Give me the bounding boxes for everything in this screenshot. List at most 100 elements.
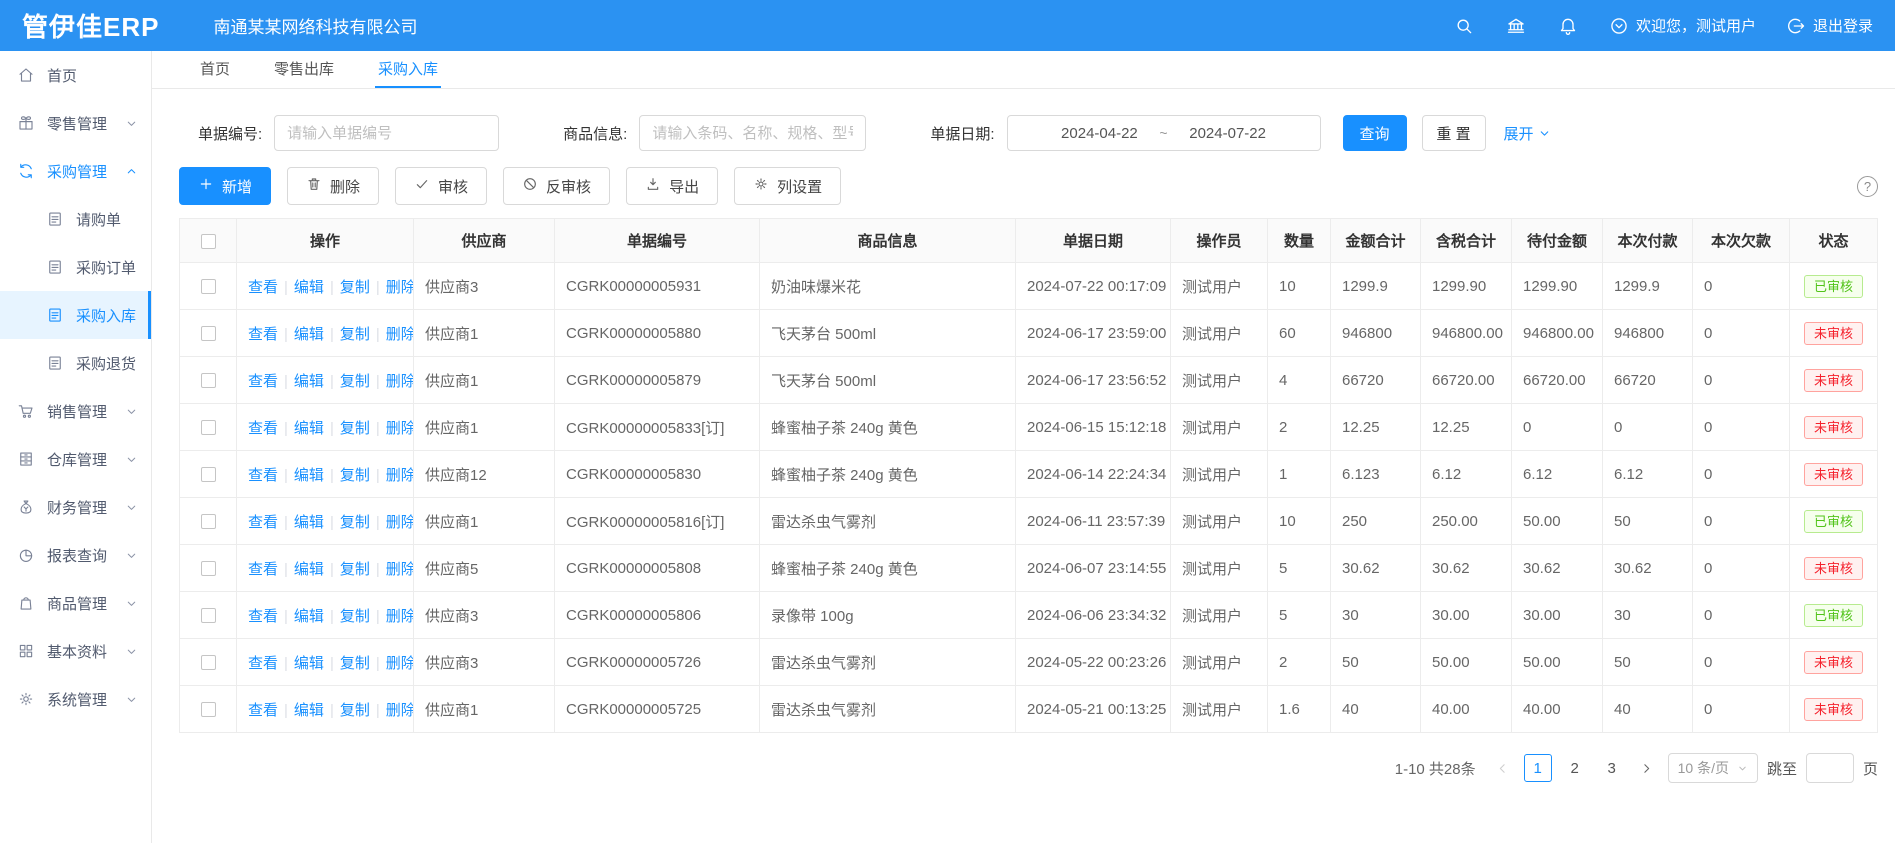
row-checkbox[interactable] [201,279,216,294]
sidebar-item-purchase-mgmt[interactable]: 采购管理 [0,147,151,195]
view-link[interactable]: 查看 [248,702,278,719]
export-button[interactable]: 导出 [626,167,718,205]
copy-link[interactable]: 复制 [340,514,370,531]
delete-link[interactable]: 删除 [386,373,414,390]
date-start-input[interactable] [1039,125,1159,142]
tab-purchase-inbound[interactable]: 采购入库 [375,51,441,88]
page-number-3[interactable]: 3 [1598,754,1626,782]
view-link[interactable]: 查看 [248,373,278,390]
row-checkbox[interactable] [201,608,216,623]
add-button[interactable]: 新增 [179,167,271,205]
unapprove-button[interactable]: 反审核 [503,167,610,205]
sidebar-item-warehouse-mgmt[interactable]: 仓库管理 [0,435,151,483]
copy-link[interactable]: 复制 [340,561,370,578]
bill-no-input[interactable] [274,115,499,151]
tab-home[interactable]: 首页 [197,51,233,88]
row-checkbox[interactable] [201,514,216,529]
search-button[interactable]: 查询 [1343,115,1407,151]
delete-link[interactable]: 删除 [386,561,414,578]
view-link[interactable]: 查看 [248,608,278,625]
help-icon[interactable]: ? [1857,176,1878,197]
delete-link[interactable]: 删除 [386,420,414,437]
jump-page-input[interactable] [1806,753,1854,783]
logout-button[interactable]: 退出登录 [1786,15,1873,36]
user-menu[interactable]: 欢迎您，测试用户 [1609,15,1756,36]
view-link[interactable]: 查看 [248,420,278,437]
edit-link[interactable]: 编辑 [294,561,324,578]
cell-tax-total: 250.00 [1421,498,1512,545]
sidebar-item-purchase-return[interactable]: 采购退货 [0,339,151,387]
sidebar-item-purchase-order[interactable]: 采购订单 [0,243,151,291]
column-settings-button[interactable]: 列设置 [734,167,841,205]
link-separator: | [330,702,334,719]
delete-link[interactable]: 删除 [386,702,414,719]
copy-link[interactable]: 复制 [340,420,370,437]
cell-qty: 1 [1268,451,1331,498]
delete-link[interactable]: 删除 [386,655,414,672]
delete-link[interactable]: 删除 [386,467,414,484]
row-checkbox[interactable] [201,561,216,576]
row-checkbox[interactable] [201,420,216,435]
sidebar-item-home[interactable]: 首页 [0,51,151,99]
delete-link[interactable]: 删除 [386,279,414,296]
view-link[interactable]: 查看 [248,467,278,484]
delete-link[interactable]: 删除 [386,514,414,531]
copy-link[interactable]: 复制 [340,655,370,672]
edit-link[interactable]: 编辑 [294,514,324,531]
status-badge: 未审核 [1804,698,1863,721]
bell-icon[interactable] [1557,15,1579,37]
delete-link[interactable]: 删除 [386,608,414,625]
copy-link[interactable]: 复制 [340,279,370,296]
edit-link[interactable]: 编辑 [294,608,324,625]
row-checkbox[interactable] [201,655,216,670]
row-checkbox[interactable] [201,467,216,482]
reset-button[interactable]: 重 置 [1422,115,1486,151]
date-range-picker[interactable]: ~ [1007,115,1321,151]
product-info-input[interactable] [639,115,866,151]
copy-link[interactable]: 复制 [340,373,370,390]
view-link[interactable]: 查看 [248,561,278,578]
row-checkbox[interactable] [201,702,216,717]
copy-link[interactable]: 复制 [340,702,370,719]
delete-button[interactable]: 删除 [287,167,379,205]
date-end-input[interactable] [1168,125,1288,142]
view-link[interactable]: 查看 [248,514,278,531]
tab-retail-outbound[interactable]: 零售出库 [271,51,337,88]
edit-link[interactable]: 编辑 [294,467,324,484]
search-icon[interactable] [1453,15,1475,37]
edit-link[interactable]: 编辑 [294,279,324,296]
next-page-button[interactable] [1635,754,1659,782]
sidebar-item-purchase-request[interactable]: 请购单 [0,195,151,243]
approve-button[interactable]: 审核 [395,167,487,205]
edit-link[interactable]: 编辑 [294,326,324,343]
page-size-select[interactable]: 10 条/页 [1668,753,1758,783]
sidebar-item-finance-mgmt[interactable]: 财务管理 [0,483,151,531]
edit-link[interactable]: 编辑 [294,420,324,437]
view-link[interactable]: 查看 [248,279,278,296]
page-number-2[interactable]: 2 [1561,754,1589,782]
row-checkbox[interactable] [201,326,216,341]
copy-link[interactable]: 复制 [340,608,370,625]
prev-page-button[interactable] [1491,754,1515,782]
edit-link[interactable]: 编辑 [294,702,324,719]
sidebar-item-sales-mgmt[interactable]: 销售管理 [0,387,151,435]
sidebar-item-system-mgmt[interactable]: 系统管理 [0,675,151,723]
sidebar-item-goods-mgmt[interactable]: 商品管理 [0,579,151,627]
expand-link[interactable]: 展开 [1504,123,1551,144]
cell-bill-date: 2024-06-17 23:56:52 [1016,357,1171,404]
row-checkbox[interactable] [201,373,216,388]
sidebar-item-basic-data[interactable]: 基本资料 [0,627,151,675]
view-link[interactable]: 查看 [248,326,278,343]
delete-link[interactable]: 删除 [386,326,414,343]
edit-link[interactable]: 编辑 [294,373,324,390]
sidebar-item-report-query[interactable]: 报表查询 [0,531,151,579]
copy-link[interactable]: 复制 [340,467,370,484]
sidebar-item-purchase-inbound[interactable]: 采购入库 [0,291,151,339]
page-number-1[interactable]: 1 [1524,754,1552,782]
bank-icon[interactable] [1505,15,1527,37]
select-all-checkbox[interactable] [201,234,216,249]
sidebar-item-retail-mgmt[interactable]: 零售管理 [0,99,151,147]
edit-link[interactable]: 编辑 [294,655,324,672]
view-link[interactable]: 查看 [248,655,278,672]
copy-link[interactable]: 复制 [340,326,370,343]
